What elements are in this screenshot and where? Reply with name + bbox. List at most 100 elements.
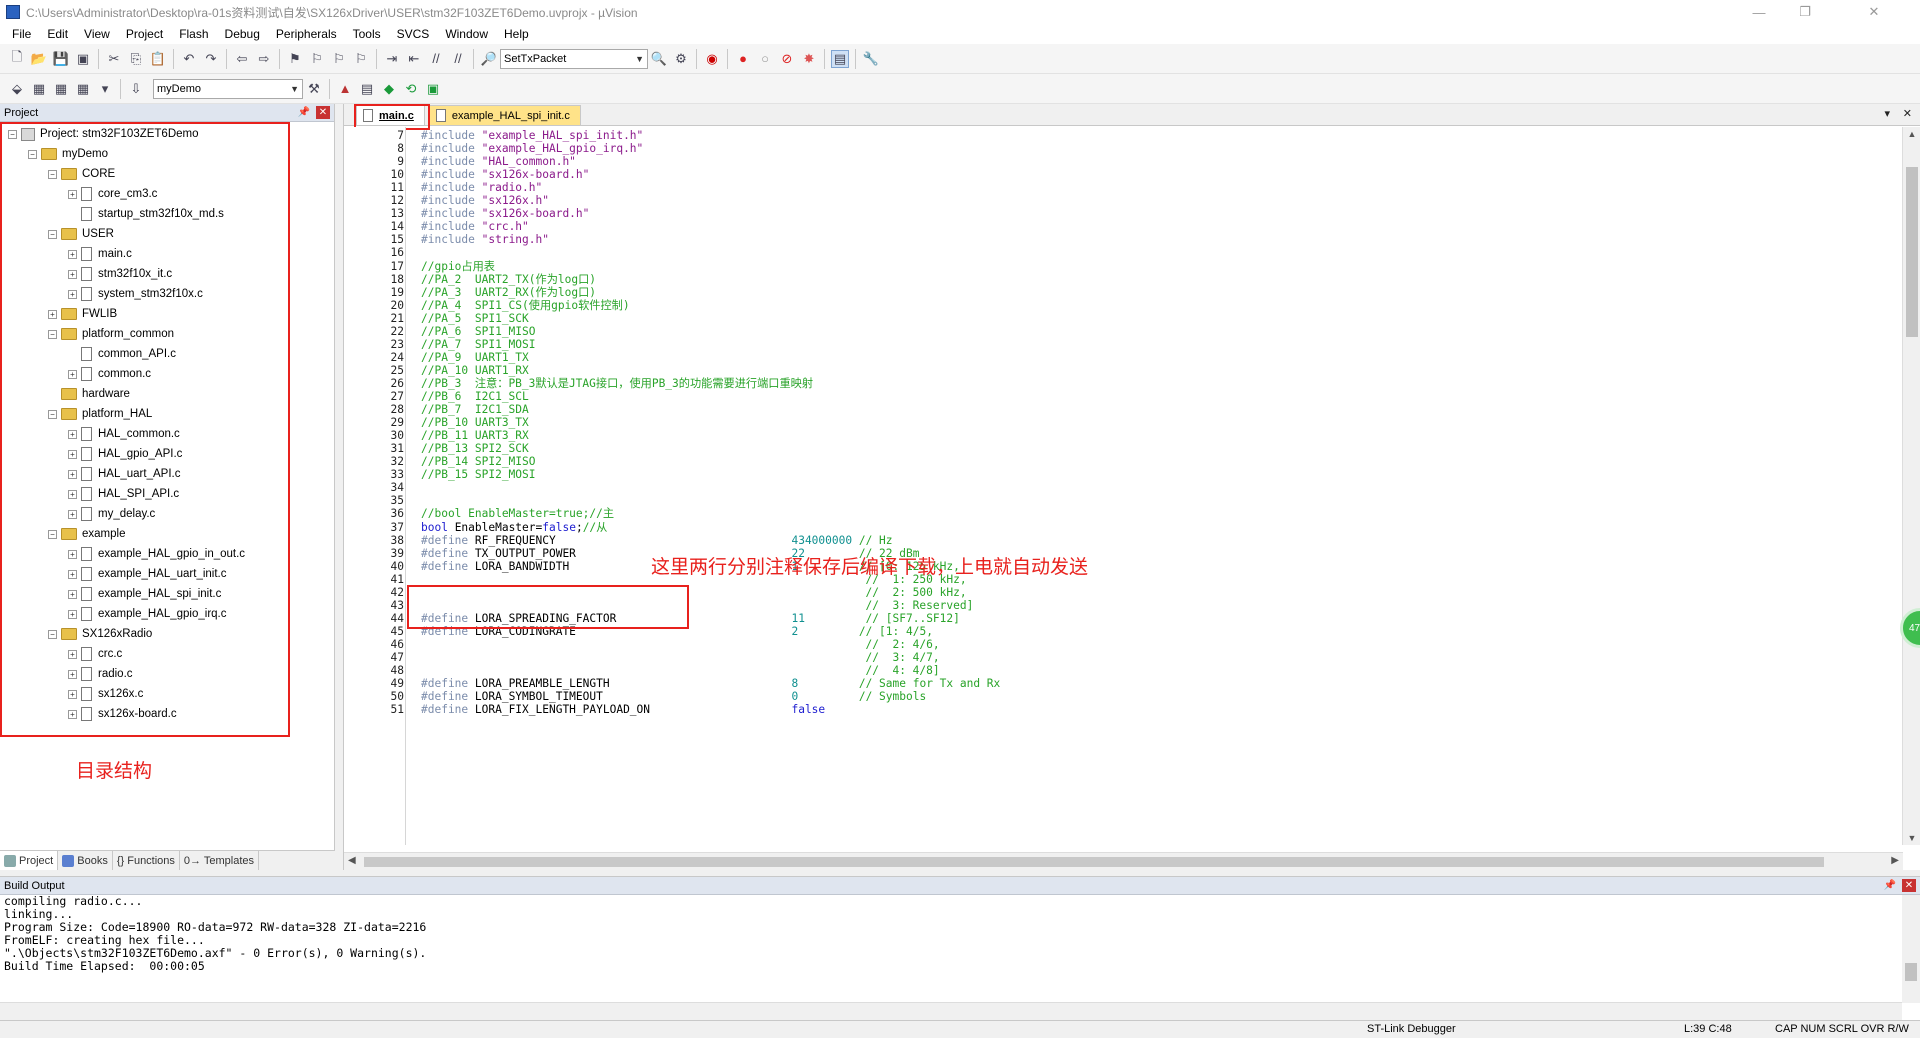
rebuild-icon[interactable]: ▦	[52, 80, 70, 98]
comment-icon[interactable]: //	[427, 50, 445, 68]
code-line[interactable]: 39 #define TX_OUTPUT_POWER 22 // 22 dBm	[344, 547, 1899, 560]
code-line[interactable]: 11 #include "radio.h"	[344, 181, 1899, 194]
code-line[interactable]: 27 //PB_6 I2C1_SCL	[344, 390, 1899, 403]
code-line[interactable]: 32 //PB_14 SPI2_MISO	[344, 455, 1899, 468]
scroll-right-icon[interactable]: ▶	[1891, 855, 1899, 866]
build-icon[interactable]: ▦	[30, 80, 48, 98]
code-line[interactable]: 26 //PB_3 注意：PB_3默认是JTAG接口，使用PB_3的功能需要进行端…	[344, 377, 1899, 390]
find-combo[interactable]: SetTxPacket ▼	[500, 48, 648, 69]
find-in-files-icon[interactable]: 🔎	[480, 50, 498, 68]
menu-debug[interactable]: Debug	[217, 27, 268, 41]
code-line[interactable]: 37 bool EnableMaster=false;//从	[344, 521, 1899, 534]
open-file-icon[interactable]: 📂	[30, 50, 48, 68]
code-line[interactable]: 30 //PB_11 UART3_RX	[344, 429, 1899, 442]
menu-edit[interactable]: Edit	[39, 27, 76, 41]
pin-icon[interactable]: 📌	[298, 107, 310, 118]
tab-functions[interactable]: {} Functions	[113, 851, 180, 870]
indent-icon[interactable]: ⇥	[383, 50, 401, 68]
navigate-back-icon[interactable]: ⇦	[233, 50, 251, 68]
prev-bookmark-icon[interactable]: ⚐	[308, 50, 326, 68]
code-line[interactable]: 50 #define LORA_SYMBOL_TIMEOUT 0 // Symbo…	[344, 690, 1899, 703]
select-software-packs-icon[interactable]: ⟲	[402, 80, 420, 98]
file-extensions-icon[interactable]: ▤	[358, 80, 376, 98]
clear-bookmarks-icon[interactable]: ⚐	[352, 50, 370, 68]
code-area[interactable]: 7 #include "example_HAL_spi_init.h" 8 #incl…	[344, 127, 1899, 845]
bookmark-icon[interactable]: ⚑	[286, 50, 304, 68]
tab-project[interactable]: Project	[0, 851, 59, 870]
target-options-icon[interactable]: ⚒	[305, 80, 323, 98]
code-line[interactable]: 35	[344, 494, 1899, 507]
code-line[interactable]: 23 //PA_7 SPI1_MOSI	[344, 338, 1899, 351]
scroll-thumb[interactable]	[364, 857, 1824, 867]
build-vertical-scrollbar[interactable]	[1902, 895, 1920, 1003]
scroll-down-icon[interactable]: ▼	[1903, 833, 1920, 843]
scroll-left-icon[interactable]: ◀	[348, 855, 356, 866]
redo-icon[interactable]: ↷	[202, 50, 220, 68]
debug-session-icon[interactable]: ◉	[703, 50, 721, 68]
kill-all-breakpoints-icon[interactable]: ✸	[800, 50, 818, 68]
menu-file[interactable]: File	[4, 27, 39, 41]
code-line[interactable]: 38 #define RF_FREQUENCY 434000000 // Hz	[344, 534, 1899, 547]
menu-flash[interactable]: Flash	[171, 27, 216, 41]
build-output-text[interactable]: compiling radio.c... linking... Program Si…	[0, 895, 1920, 973]
next-bookmark-icon[interactable]: ⚐	[330, 50, 348, 68]
scroll-up-icon[interactable]: ▲	[1903, 129, 1920, 139]
window-layout-icon[interactable]: ▤	[831, 49, 849, 68]
code-line[interactable]: 25 //PA_10 UART1_RX	[344, 364, 1899, 377]
code-line[interactable]: 40 #define LORA_BANDWIDTH 1 // [0: 125 kH…	[344, 560, 1899, 573]
menu-project[interactable]: Project	[118, 27, 171, 41]
code-line[interactable]: 19 //PA_3 UART2_RX(作为log口)	[344, 286, 1899, 299]
code-line[interactable]: 21 //PA_5 SPI1_SCK	[344, 312, 1899, 325]
copy-icon[interactable]: ⎘	[127, 50, 145, 68]
new-file-icon[interactable]: 🗋	[8, 49, 26, 68]
code-line[interactable]: 7 #include "example_HAL_spi_init.h"	[344, 129, 1899, 142]
breakpoint-icon[interactable]: ●	[734, 50, 752, 68]
editor-tab-example-hal-spi-init-c[interactable]: example_HAL_spi_init.c	[428, 105, 581, 125]
paste-icon[interactable]: 📋	[149, 50, 167, 68]
tab-templates[interactable]: 0→ Templates	[180, 851, 260, 870]
code-line[interactable]: 16	[344, 246, 1899, 259]
menu-window[interactable]: Window	[437, 27, 496, 41]
editor-vertical-scrollbar[interactable]: ▲ ▼	[1902, 127, 1920, 845]
menu-peripherals[interactable]: Peripherals	[268, 27, 345, 41]
unindent-icon[interactable]: ⇤	[405, 50, 423, 68]
menu-tools[interactable]: Tools	[345, 27, 389, 41]
restore-button[interactable]: ❐	[1782, 0, 1828, 24]
pin-icon[interactable]: 📌	[1884, 880, 1896, 891]
build-horizontal-scrollbar[interactable]	[0, 1002, 1902, 1020]
code-line[interactable]: 49 #define LORA_PREAMBLE_LENGTH 8 // Same…	[344, 677, 1899, 690]
disable-all-breakpoints-icon[interactable]: ⊘	[778, 50, 796, 68]
uncomment-icon[interactable]: //	[449, 50, 467, 68]
code-line[interactable]: 24 //PA_9 UART1_TX	[344, 351, 1899, 364]
code-line[interactable]: 48 // 4: 4/8]	[344, 664, 1899, 677]
code-line[interactable]: 41 // 1: 250 kHz,	[344, 573, 1899, 586]
find-icon[interactable]: ⚙	[672, 50, 690, 68]
batch-build-icon[interactable]: ▦	[74, 80, 92, 98]
undo-icon[interactable]: ↶	[180, 50, 198, 68]
code-line[interactable]: 34	[344, 481, 1899, 494]
scroll-thumb[interactable]	[1906, 167, 1918, 337]
code-line[interactable]: 18 //PA_2 UART2_TX(作为log口)	[344, 273, 1899, 286]
manage-run-time-environment-icon[interactable]: ◆	[380, 80, 398, 98]
menu-svcs[interactable]: SVCS	[389, 27, 438, 41]
code-line[interactable]: 22 //PA_6 SPI1_MISO	[344, 325, 1899, 338]
close-panel-button[interactable]: ✕	[316, 106, 330, 119]
close-tab-icon[interactable]: ✕	[1903, 107, 1912, 120]
code-line[interactable]: 51 #define LORA_FIX_LENGTH_PAYLOAD_ON fal…	[344, 703, 1899, 716]
code-line[interactable]: 10 #include "sx126x-board.h"	[344, 168, 1899, 181]
code-line[interactable]: 15 #include "string.h"	[344, 233, 1899, 246]
manage-project-items-icon[interactable]: ▲	[336, 80, 354, 98]
code-line[interactable]: 36 //bool EnableMaster=true;//主	[344, 507, 1899, 520]
tab-list-dropdown-icon[interactable]: ▾	[1884, 107, 1890, 120]
download-icon[interactable]: ⇩	[127, 80, 145, 98]
cut-icon[interactable]: ✂	[105, 50, 123, 68]
close-window-button[interactable]: ✕	[1828, 0, 1920, 24]
tab-books[interactable]: Books	[58, 851, 113, 870]
close-panel-button[interactable]: ✕	[1902, 879, 1916, 892]
incremental-find-icon[interactable]: 🔍	[650, 50, 668, 68]
pack-installer-icon[interactable]: ▣	[424, 80, 442, 98]
code-line[interactable]: 28 //PB_7 I2C1_SDA	[344, 403, 1899, 416]
translate-icon[interactable]: ⬙	[8, 80, 26, 98]
navigate-forward-icon[interactable]: ⇨	[255, 50, 273, 68]
code-line[interactable]: 29 //PB_10 UART3_TX	[344, 416, 1899, 429]
